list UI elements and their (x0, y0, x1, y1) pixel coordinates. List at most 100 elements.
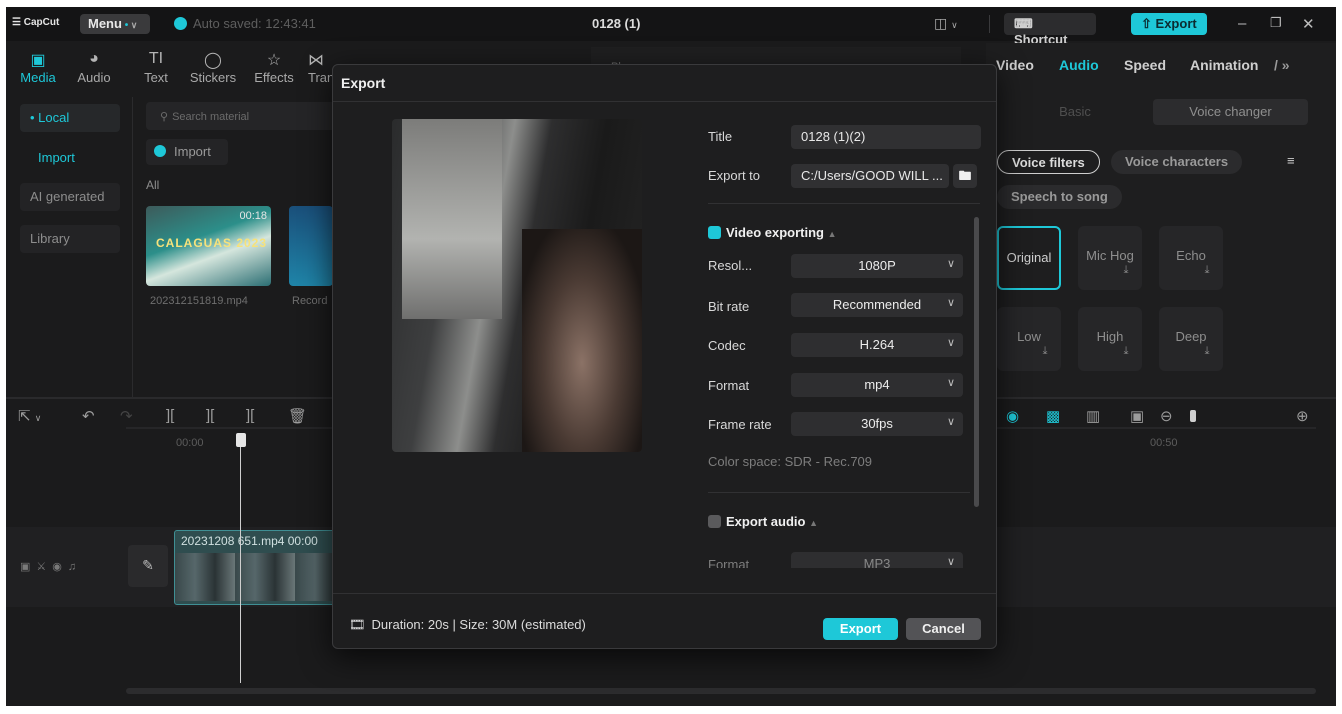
eye-icon[interactable]: ◉ (52, 561, 68, 573)
settings-scrollbar[interactable] (974, 217, 979, 507)
cancel-button[interactable]: Cancel (906, 618, 981, 640)
timeline-clip[interactable]: 20231208 651.mp4 00:00 (174, 530, 336, 605)
split-track-icon[interactable]: ▥ (1086, 407, 1100, 425)
layout-icon[interactable]: ◫ ∨ (934, 15, 958, 32)
playhead-handle[interactable] (236, 433, 246, 447)
download-icon: ⤓ (1204, 345, 1210, 357)
subtab-voice-changer[interactable]: Voice changer (1153, 99, 1308, 125)
voice-mic-hog[interactable]: Mic Hog ⤓ (1078, 226, 1142, 290)
divider (333, 101, 996, 102)
tool-effects[interactable]: ☆ Effects (250, 50, 298, 85)
nav-import[interactable]: Import (20, 144, 120, 172)
tool-stickers[interactable]: ◯ Stickers (189, 50, 237, 85)
audio-format-select[interactable]: MP3 ∨ (791, 552, 963, 568)
timeline-scrollbar[interactable] (126, 688, 1316, 694)
tool-text[interactable]: TI Text (132, 50, 180, 85)
export-path-input[interactable]: C:/Users/GOOD WILL ... (791, 164, 949, 188)
capcut-window: ☰ CapCut Menu • ∨ Auto saved: 12:43:41 0… (6, 7, 1336, 706)
filter-icon[interactable]: ≡ (1287, 153, 1295, 168)
voice-deep[interactable]: Deep ⤓ (1159, 307, 1223, 371)
format-select[interactable]: mp4 ∨ (791, 373, 963, 397)
resolution-select[interactable]: 1080P ∨ (791, 254, 963, 278)
video-exporting-toggle[interactable]: Video exporting ▲ (708, 225, 837, 240)
voice-echo-label: Echo (1176, 248, 1206, 263)
close-icon[interactable]: ✕ (1302, 15, 1315, 33)
voice-echo[interactable]: Echo ⤓ (1159, 226, 1223, 290)
preview-icon[interactable]: ▣ (1130, 407, 1144, 425)
tab-video[interactable]: Video (996, 57, 1034, 73)
voice-filters-pill[interactable]: Voice filters (997, 150, 1100, 174)
download-icon: ⤓ (1042, 345, 1048, 357)
export-button[interactable]: Export (823, 618, 898, 640)
redo-icon[interactable]: ↷ (120, 407, 133, 425)
chevron-down-icon: ∨ (128, 20, 138, 30)
more-tabs-icon[interactable]: / » (1274, 57, 1290, 73)
divider (708, 492, 970, 493)
audio-thumbnail[interactable] (289, 206, 333, 286)
split-left-icon[interactable]: ][ (206, 407, 214, 424)
collapse-icon[interactable]: ▲ (809, 518, 818, 528)
export-top-button[interactable]: ⇧ Export (1131, 13, 1207, 35)
import-button[interactable]: Import (146, 139, 228, 165)
shortcut-button[interactable]: ⌨ Shortcut (1004, 13, 1096, 47)
menu-button[interactable]: Menu • ∨ (80, 14, 150, 34)
magnet-icon[interactable]: ◉ (1006, 407, 1019, 425)
tool-media-label: Media (20, 70, 56, 85)
tool-audio[interactable]: ◕ Audio (70, 50, 118, 85)
title-input[interactable]: 0128 (1)(2) (791, 125, 981, 149)
search-input[interactable]: ⚲ Search material (146, 102, 336, 130)
tab-speed[interactable]: Speed (1124, 57, 1166, 73)
playhead-line[interactable] (240, 447, 241, 683)
voice-low[interactable]: Low ⤓ (997, 307, 1061, 371)
film-icon: 🎞 (349, 617, 366, 632)
maximize-icon[interactable]: ❐ (1270, 15, 1282, 31)
edit-cover-icon[interactable]: ✎ (128, 545, 168, 587)
tool-media[interactable]: ▣ Media (14, 50, 62, 85)
subtab-basic[interactable]: Basic (1006, 99, 1144, 125)
codec-label: Codec (708, 338, 746, 353)
media-icon: ▣ (30, 52, 46, 69)
search-placeholder: Search material (172, 111, 250, 123)
nav-ai-generated[interactable]: AI generated (20, 183, 120, 211)
export-audio-toggle[interactable]: Export audio ▲ (708, 514, 818, 529)
collapse-icon[interactable]: ▲ (828, 229, 837, 239)
split-icon[interactable]: ][ (166, 407, 174, 424)
zoom-in-icon[interactable]: ⊕ (1296, 407, 1309, 425)
minimize-icon[interactable]: – (1238, 15, 1246, 32)
lock-icon[interactable]: ⚔ (36, 561, 52, 573)
checkbox-unchecked-icon[interactable] (708, 515, 721, 528)
chevron-down-icon: ∨ (946, 377, 955, 389)
export-dialog: Export Title 0128 (1)(2) Export to C:/Us… (332, 64, 997, 649)
cover-icon[interactable]: ▣ (20, 561, 36, 573)
voice-original[interactable]: Original (997, 226, 1061, 290)
nav-local[interactable]: • Local (20, 104, 120, 132)
codec-select[interactable]: H.264 ∨ (791, 333, 963, 357)
voice-characters-pill[interactable]: Voice characters (1111, 150, 1243, 174)
undo-icon[interactable]: ↶ (82, 407, 95, 425)
folder-icon[interactable]: 🖿 (953, 164, 977, 188)
bitrate-select[interactable]: Recommended ∨ (791, 293, 963, 317)
voice-high[interactable]: High ⤓ (1078, 307, 1142, 371)
download-icon: ⤓ (1123, 264, 1129, 276)
select-tool-icon[interactable]: ⇱ ∨ (18, 407, 41, 425)
link-icon[interactable]: ▩ (1046, 407, 1060, 425)
delete-icon[interactable]: 🗑 (288, 407, 307, 425)
media-thumbnail[interactable]: 00:18 CALAGUAS 2023 (146, 206, 271, 286)
nav-library[interactable]: Library (20, 225, 120, 253)
clip-duration: 00:18 (239, 210, 267, 222)
bitrate-value: Recommended (832, 297, 922, 312)
speaker-icon[interactable]: ♫ (68, 561, 82, 573)
clip-filmstrip (175, 553, 335, 601)
filter-all[interactable]: All (146, 178, 159, 192)
zoom-out-icon[interactable]: ⊖ (1160, 407, 1173, 425)
tab-audio[interactable]: Audio (1059, 57, 1099, 73)
search-icon: ⚲ (160, 111, 169, 123)
framerate-label: Frame rate (708, 417, 772, 432)
framerate-select[interactable]: 30fps ∨ (791, 412, 963, 436)
checkbox-checked-icon[interactable] (708, 226, 721, 239)
tool-transitions-label: Tran (308, 70, 335, 85)
speech-to-song-pill[interactable]: Speech to song (997, 185, 1122, 209)
split-right-icon[interactable]: ][ (246, 407, 254, 424)
tab-animation[interactable]: Animation (1190, 57, 1258, 73)
zoom-slider-handle[interactable] (1190, 410, 1196, 422)
